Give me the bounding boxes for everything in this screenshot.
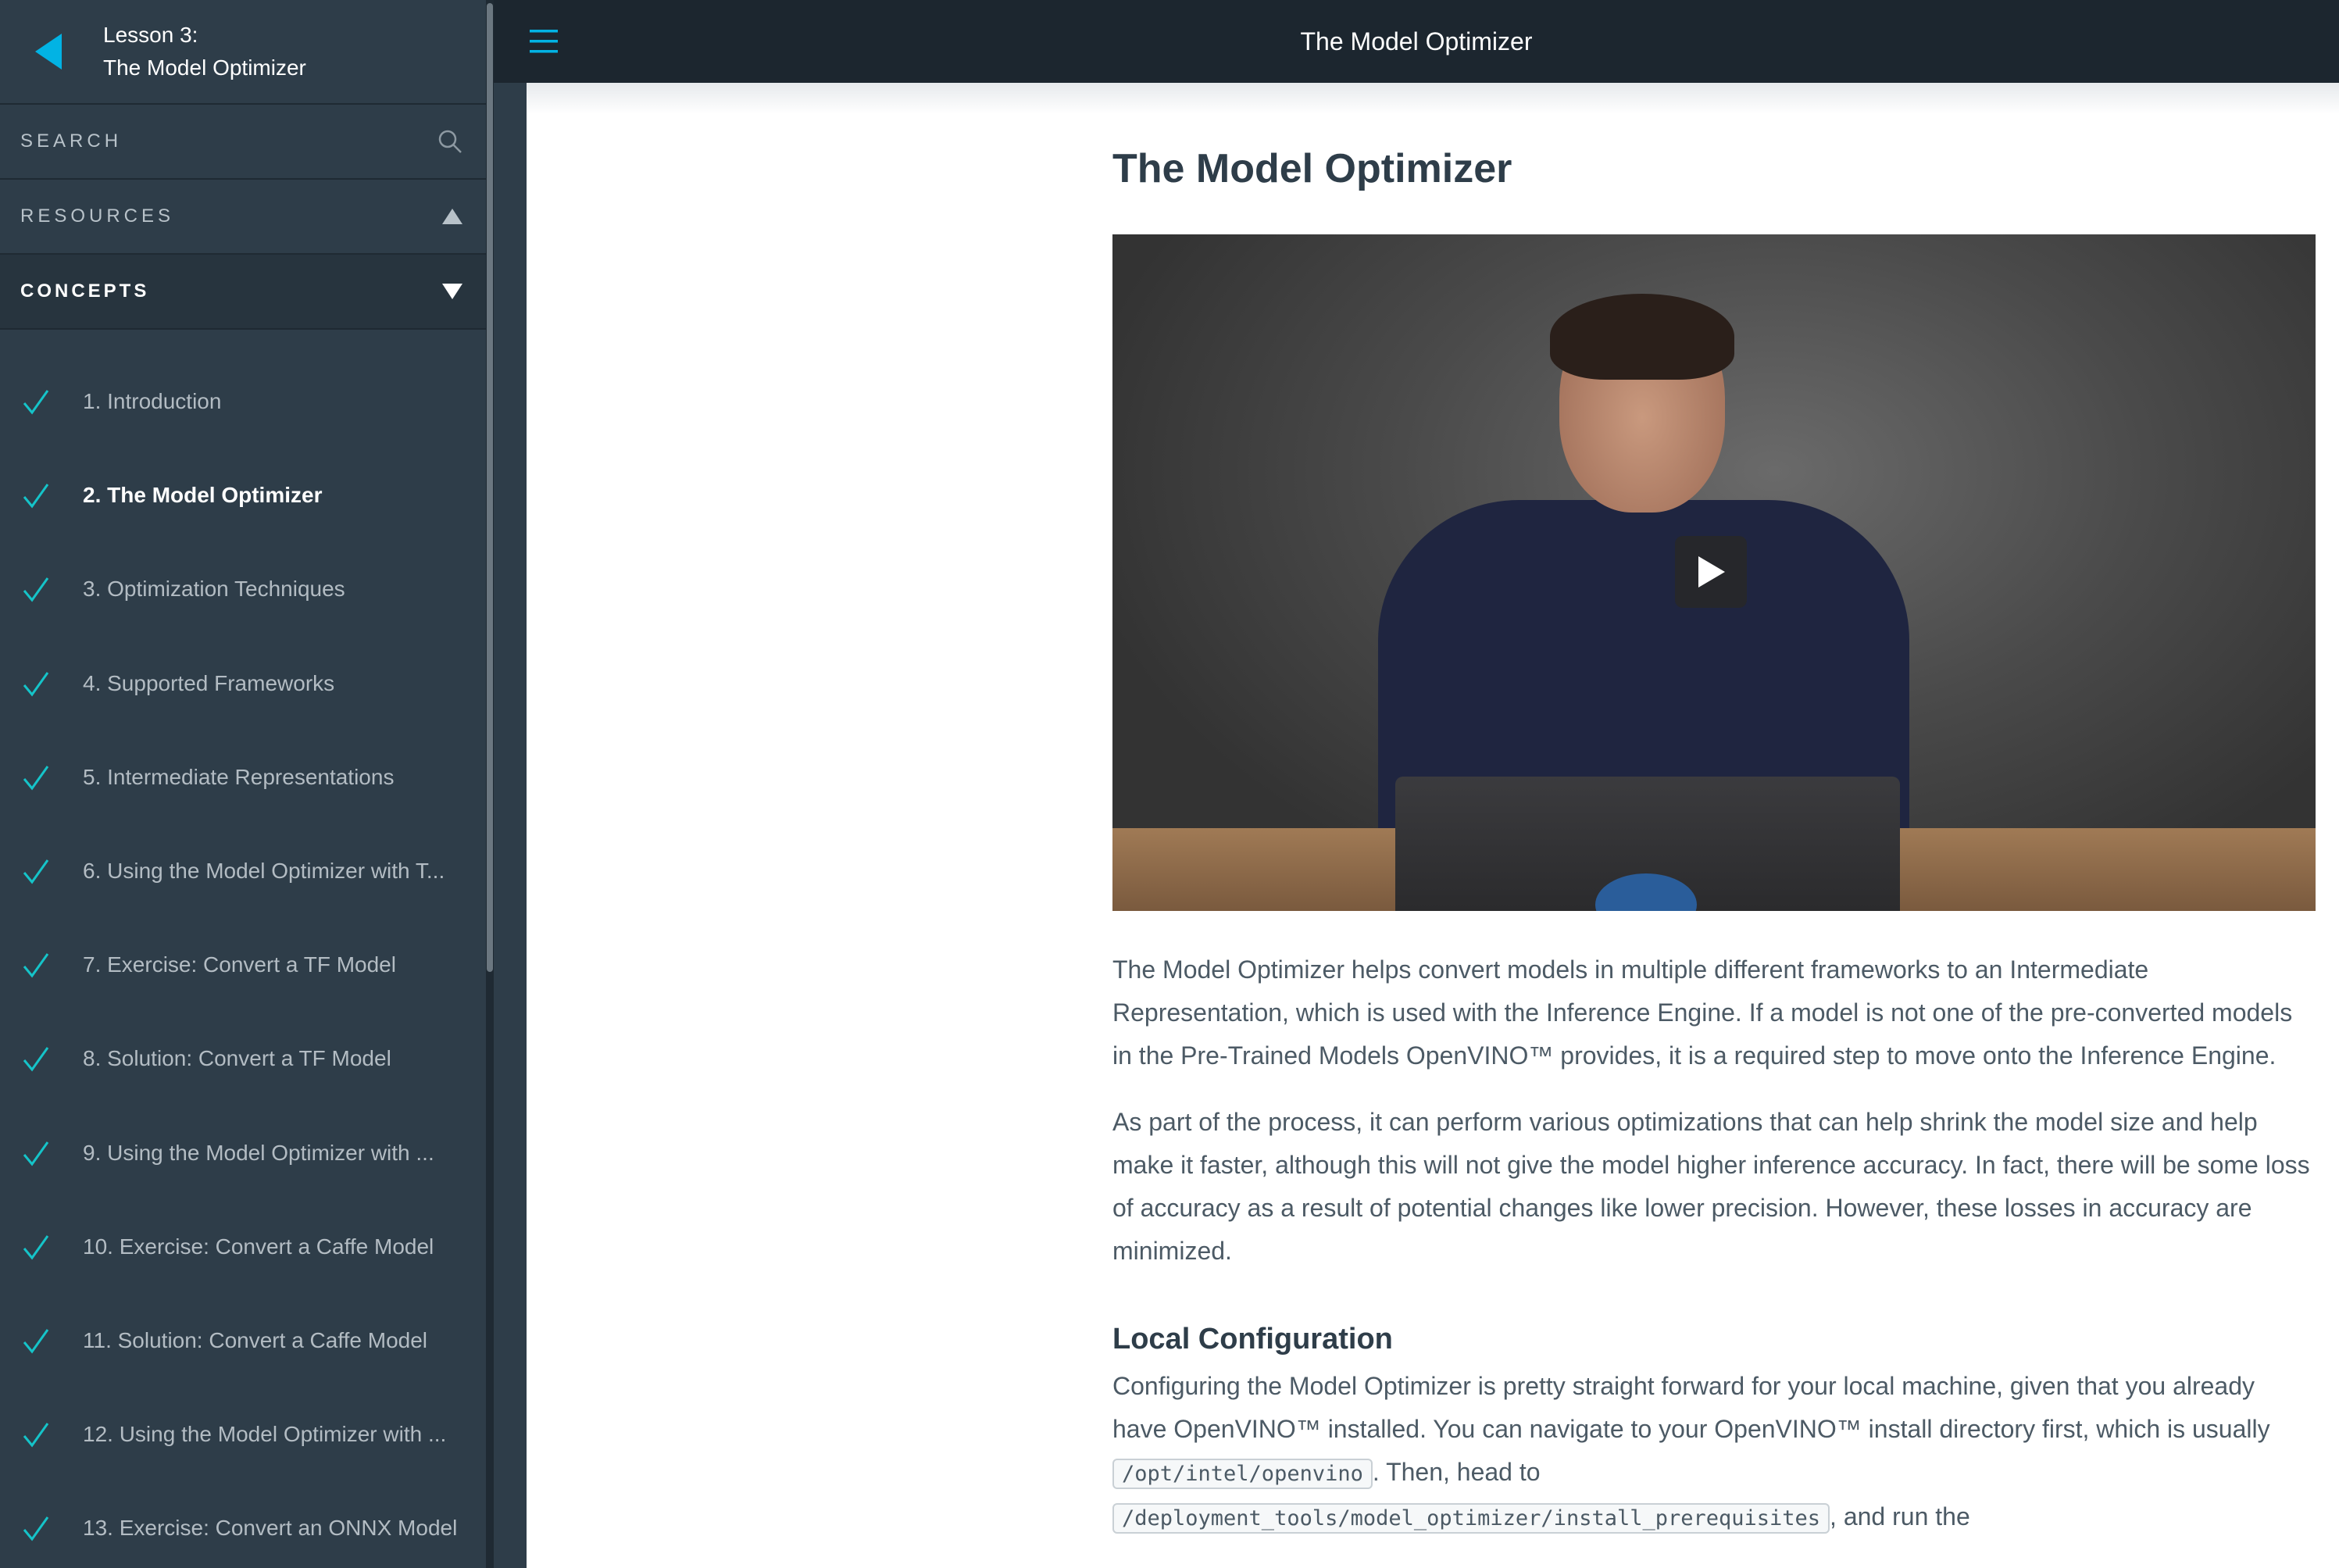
hamburger-menu-icon[interactable]	[528, 28, 559, 55]
search-icon[interactable]	[437, 129, 462, 154]
concept-item-6[interactable]: 6. Using the Model Optimizer with T...	[0, 824, 486, 918]
section-title-local-configuration: Local Configuration	[1112, 1323, 1393, 1355]
concept-label: 11. Solution: Convert a Caffe Model	[83, 1327, 427, 1352]
concept-item-3[interactable]: 3. Optimization Techniques	[0, 542, 486, 636]
text-segment: , and run the	[1830, 1502, 1970, 1530]
play-button[interactable]	[1675, 536, 1747, 608]
resources-label: RESOURCES	[20, 205, 175, 227]
concept-label: 3. Optimization Techniques	[83, 577, 345, 602]
text-segment: Configuring the Model Optimizer is prett…	[1112, 1372, 2270, 1443]
page-title: The Model Optimizer	[1112, 146, 1512, 191]
concept-label: 5. Intermediate Representations	[83, 764, 395, 789]
main-content: The Model Optimizer The Model Optimizer …	[1112, 83, 2320, 1568]
concept-list: 1. Introduction 2. The Model Optimizer 3…	[0, 330, 486, 1568]
sidebar: Lesson 3: The Model Optimizer SEARCH RES…	[0, 0, 486, 1568]
code-install-path: /opt/intel/openvino	[1112, 1459, 1373, 1489]
sidebar-scrollbar[interactable]	[486, 0, 494, 1568]
concept-label: 13. Exercise: Convert an ONNX Model	[83, 1516, 458, 1541]
checkmark-icon	[23, 1047, 49, 1072]
lesson-title: Lesson 3: The Model Optimizer	[103, 19, 306, 84]
play-icon	[1698, 556, 1725, 588]
checkmark-icon	[23, 671, 49, 697]
content-gutter	[494, 83, 527, 1568]
top-bar: The Model Optimizer	[494, 0, 2339, 83]
video-frame-hair	[1550, 294, 1734, 380]
concept-item-13[interactable]: 13. Exercise: Convert an ONNX Model	[0, 1481, 486, 1568]
search-label: SEARCH	[20, 130, 123, 152]
concept-label: 2. The Model Optimizer	[83, 483, 323, 508]
paragraph-local-config: Configuring the Model Optimizer is prett…	[1112, 1365, 2316, 1540]
concept-item-9[interactable]: 9. Using the Model Optimizer with ...	[0, 1106, 486, 1200]
resources-toggle[interactable]: RESOURCES	[0, 180, 486, 255]
concept-item-1[interactable]: 1. Introduction	[0, 355, 486, 448]
checkmark-icon	[23, 1234, 49, 1260]
concept-label: 12. Using the Model Optimizer with ...	[83, 1422, 447, 1447]
lesson-header: Lesson 3: The Model Optimizer	[0, 0, 486, 105]
text-segment: . Then, head to	[1372, 1458, 1541, 1486]
lesson-name: The Model Optimizer	[103, 55, 306, 80]
checkmark-icon	[23, 1329, 49, 1354]
code-prerequisites-path: /deployment_tools/model_optimizer/instal…	[1112, 1503, 1830, 1534]
checkmark-icon	[23, 484, 49, 509]
concept-item-12[interactable]: 12. Using the Model Optimizer with ...	[0, 1388, 486, 1481]
concept-item-11[interactable]: 11. Solution: Convert a Caffe Model	[0, 1294, 486, 1388]
concept-label: 9. Using the Model Optimizer with ...	[83, 1140, 434, 1165]
concept-item-7[interactable]: 7. Exercise: Convert a TF Model	[0, 918, 486, 1012]
concept-item-10[interactable]: 10. Exercise: Convert a Caffe Model	[0, 1200, 486, 1294]
checkmark-icon	[23, 390, 49, 415]
lesson-number: Lesson 3:	[103, 23, 198, 47]
paragraph-intro: The Model Optimizer helps convert models…	[1112, 955, 2293, 1070]
paragraph-optimizations: As part of the process, it can perform v…	[1112, 1108, 2310, 1265]
checkmark-icon	[23, 859, 49, 884]
app-window: Lesson 3: The Model Optimizer SEARCH RES…	[0, 0, 2339, 1568]
video-player[interactable]	[1112, 234, 2316, 911]
concept-label: 1. Introduction	[83, 389, 222, 414]
concepts-label: CONCEPTS	[20, 280, 150, 302]
concept-label: 6. Using the Model Optimizer with T...	[83, 859, 445, 884]
checkmark-icon	[23, 765, 49, 791]
concept-item-5[interactable]: 5. Intermediate Representations	[0, 730, 486, 824]
concepts-toggle[interactable]: CONCEPTS	[0, 255, 486, 330]
concept-item-8[interactable]: 8. Solution: Convert a TF Model	[0, 1012, 486, 1105]
search-row[interactable]: SEARCH	[0, 105, 486, 180]
checkmark-icon	[23, 953, 49, 978]
concept-label: 7. Exercise: Convert a TF Model	[83, 952, 396, 977]
scrollbar-thumb[interactable]	[487, 3, 493, 972]
chevron-down-icon	[442, 284, 462, 299]
concept-label: 8. Solution: Convert a TF Model	[83, 1046, 391, 1071]
checkmark-icon	[23, 1423, 49, 1448]
chevron-up-icon	[442, 209, 462, 224]
checkmark-icon	[23, 1516, 49, 1541]
concept-item-2[interactable]: 2. The Model Optimizer	[0, 448, 486, 542]
concept-item-4[interactable]: 4. Supported Frameworks	[0, 637, 486, 730]
back-button[interactable]	[31, 30, 66, 73]
concept-label: 10. Exercise: Convert a Caffe Model	[83, 1234, 434, 1259]
checkmark-icon	[23, 1141, 49, 1166]
page-header-title: The Model Optimizer	[1300, 27, 1533, 55]
checkmark-icon	[23, 577, 49, 602]
concept-label: 4. Supported Frameworks	[83, 670, 335, 695]
back-arrow-icon	[35, 34, 62, 70]
